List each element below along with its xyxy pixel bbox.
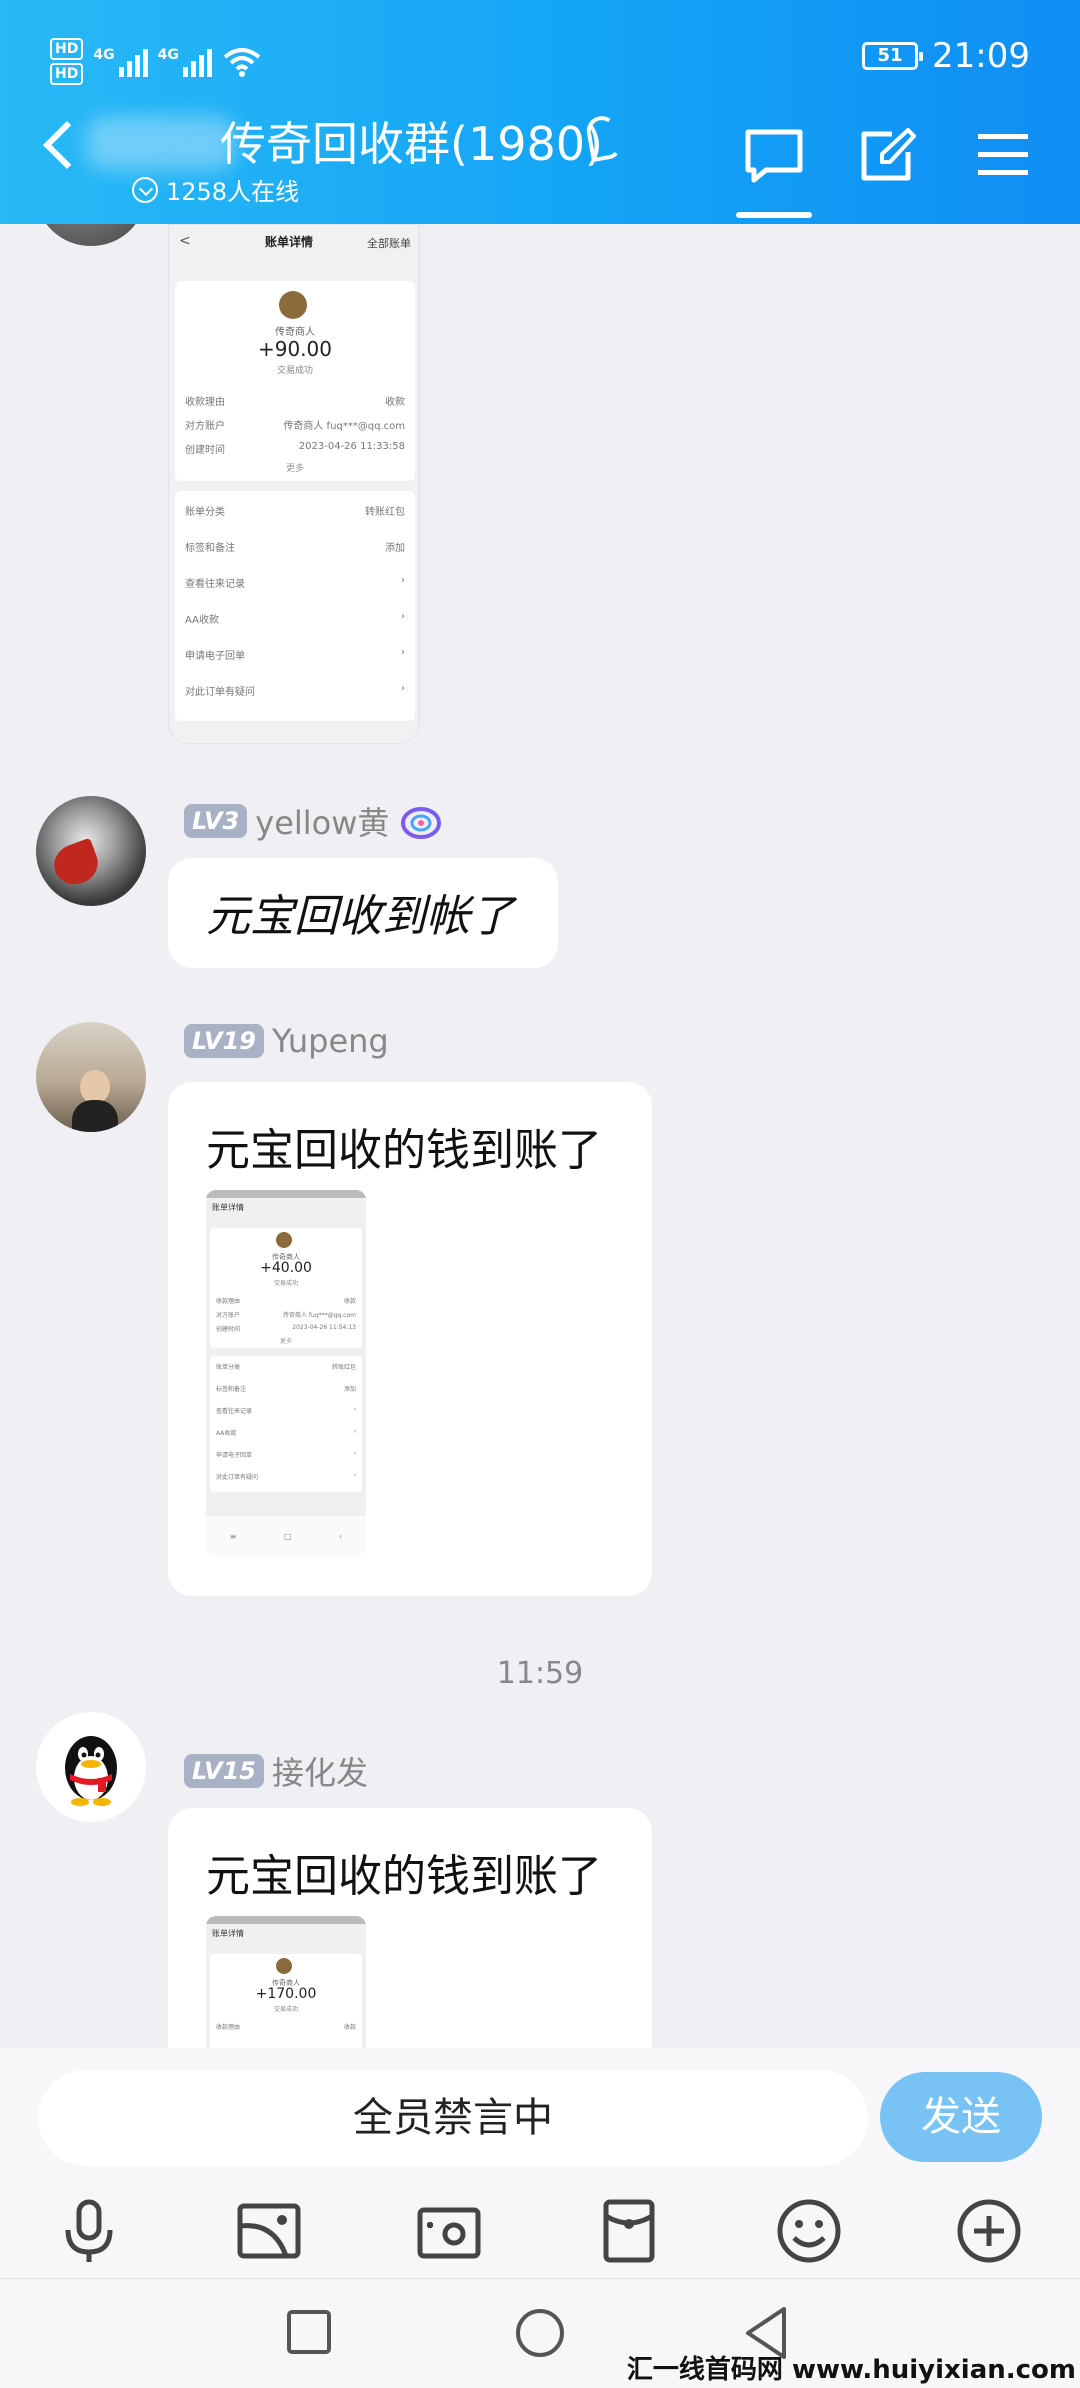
recent-apps-icon[interactable] (286, 2309, 332, 2355)
red-packet-icon[interactable] (594, 2196, 664, 2266)
tab-indicator (736, 212, 812, 218)
wifi-icon (223, 47, 261, 77)
camera-icon[interactable] (414, 2196, 484, 2266)
bill-screenshot[interactable]: 账单详情 传奇商人 +40.00 交易成功 收款理由 收款 对方账户 传奇商人 fu… (206, 1190, 366, 1556)
message-text: 元宝回收的钱到账了 (206, 1851, 602, 1902)
message-bubble[interactable]: 元宝回收的钱到账了 账单详情 传奇商人 +170.00 交易成功 收款理由 收款 (168, 1808, 652, 2096)
bill-screenshot: < 账单详情 全部账单 传奇商人 +90.00 交易成功 收款理由 收款 对方账户… (169, 225, 419, 743)
input-bar: 全员禁言中 发送 (0, 2048, 1080, 2188)
status-bar-right: 51 21:09 (862, 36, 1030, 76)
plus-icon[interactable] (954, 2196, 1024, 2266)
status-bar-left: HD HD 4G 4G (50, 38, 262, 85)
emoji-icon[interactable] (774, 2196, 844, 2266)
message-text: 元宝回收到帐了 (206, 891, 514, 942)
hd-badge: HD (50, 38, 84, 60)
image-icon[interactable] (234, 2196, 304, 2266)
message-text: 元宝回收的钱到账了 (206, 1125, 602, 1176)
sender-info[interactable]: LV19 Yupeng (184, 1022, 389, 1060)
avatar[interactable] (36, 796, 146, 906)
menu-icon[interactable] (976, 132, 1030, 178)
send-button[interactable]: 发送 (880, 2072, 1042, 2162)
qq-penguin-icon (65, 1736, 117, 1806)
level-badge: LV19 (184, 1024, 264, 1058)
swirl-badge-icon (401, 807, 442, 839)
sender-info[interactable]: LV15 接化发 (184, 1748, 368, 1794)
system-navigation-bar: 汇一线首码网 www.huiyixian.com (0, 2278, 1080, 2388)
time-divider: 11:59 (496, 1656, 584, 1691)
chat-icon[interactable] (744, 128, 804, 184)
battery-icon: 51 (862, 42, 924, 70)
level-badge: LV3 (184, 804, 248, 838)
watermark: 汇一线首码网 www.huiyixian.com (626, 2355, 1076, 2385)
hd-badge: HD (50, 63, 84, 85)
home-icon[interactable] (514, 2307, 566, 2359)
signal-icon: 4G (93, 47, 148, 77)
sender-info[interactable]: LV3 yellow黄 (184, 798, 445, 844)
chat-header: HD HD 4G 4G 51 21:09 传奇回收群(1980) 1258人在线 (0, 0, 1080, 224)
avatar[interactable] (36, 1712, 146, 1822)
status-time: 21:09 (932, 36, 1030, 76)
message-bubble[interactable]: 元宝回收的钱到账了 账单详情 传奇商人 +40.00 交易成功 收款理由 收款 对… (168, 1082, 652, 1596)
chevron-down-icon (132, 176, 158, 203)
microphone-icon[interactable] (54, 2196, 124, 2266)
avatar[interactable] (36, 1022, 146, 1132)
message-image[interactable]: < 账单详情 全部账单 传奇商人 +90.00 交易成功 收款理由 收款 对方账户… (168, 224, 420, 744)
level-badge: LV15 (184, 1754, 264, 1788)
signal-icon: 4G (158, 47, 212, 77)
sender-name: yellow黄 (255, 804, 390, 842)
sender-name: 接化发 (271, 1754, 368, 1792)
group-title[interactable]: 传奇回收群(1980) (220, 108, 603, 174)
ear-icon (584, 113, 622, 163)
chat-toolbar (0, 2188, 1080, 2278)
sender-name: Yupeng (271, 1022, 389, 1060)
blurred-region (86, 116, 236, 170)
message-input[interactable]: 全员禁言中 (38, 2070, 868, 2166)
online-count[interactable]: 1258人在线 (132, 172, 299, 207)
online-count-label: 1258人在线 (166, 178, 300, 206)
back-icon[interactable] (42, 120, 92, 170)
edit-icon[interactable] (858, 128, 918, 184)
message-bubble[interactable]: 元宝回收到帐了 (168, 858, 558, 968)
